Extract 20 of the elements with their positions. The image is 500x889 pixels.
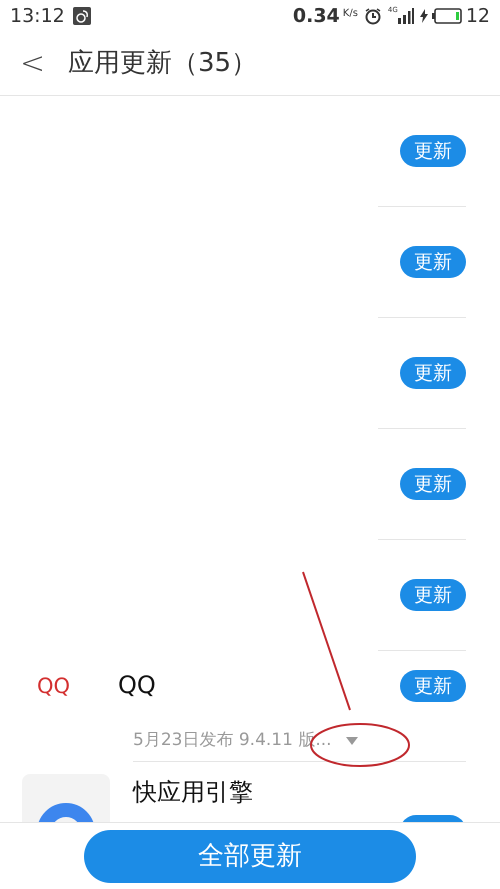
charging-icon	[420, 9, 428, 23]
update-button[interactable]: 更新	[400, 357, 466, 389]
update-all-button[interactable]: 全部更新	[84, 830, 416, 882]
speed-unit: K/s	[342, 7, 358, 21]
signal-icon	[398, 8, 414, 24]
back-button[interactable]: <	[20, 41, 44, 86]
app-name: QQ	[118, 670, 157, 701]
update-button[interactable]: 更新	[400, 246, 466, 278]
battery-level: 12	[466, 4, 490, 29]
clock: 13:12	[10, 4, 65, 29]
network-speed: 0.34	[292, 4, 340, 29]
battery-icon	[432, 8, 462, 24]
alarm-icon	[364, 7, 382, 25]
update-button[interactable]: 更新	[400, 135, 466, 167]
page-title: 应用更新（35）	[68, 47, 258, 80]
update-button[interactable]: 更新	[400, 468, 466, 500]
update-button[interactable]: 更新	[400, 670, 466, 702]
expand-caret-icon[interactable]	[346, 737, 358, 745]
app-name: 快应用引擎	[133, 777, 254, 808]
update-button[interactable]: 更新	[400, 579, 466, 611]
